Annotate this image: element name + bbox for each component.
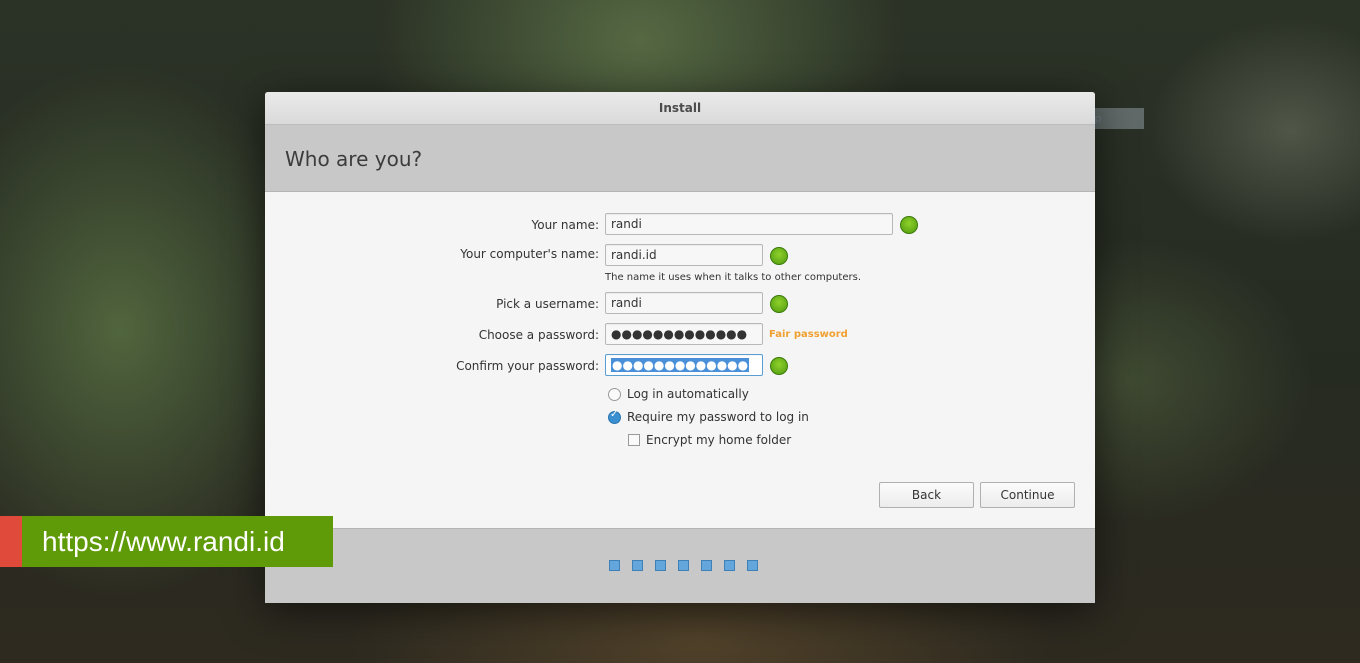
auto-login-radio[interactable] (608, 387, 621, 401)
continue-button[interactable]: Continue (980, 482, 1075, 508)
page-header: Who are you? (265, 125, 1095, 192)
encrypt-home-checkbox[interactable] (628, 434, 640, 446)
auto-login-label: Log in automatically (627, 387, 749, 401)
password-label: Choose a password: (478, 328, 599, 342)
encrypt-home-option[interactable]: Encrypt my home folder (628, 433, 791, 447)
progress-step (678, 560, 689, 571)
back-button[interactable]: Back (879, 482, 974, 508)
progress-step (655, 560, 666, 571)
username-input[interactable]: randi (605, 292, 763, 314)
confirm-password-input[interactable]: ●●●●●●●●●●●●● (605, 354, 763, 376)
require-password-label: Require my password to log in (627, 410, 809, 424)
progress-step (747, 560, 758, 571)
progress-step (609, 560, 620, 571)
banner-accent (0, 516, 22, 567)
password-input[interactable]: ●●●●●●●●●●●●● (605, 323, 763, 345)
password-mask: ●●●●●●●●●●●●● (611, 327, 748, 341)
confirm-password-label: Confirm your password: (456, 359, 599, 373)
progress-steps (609, 560, 770, 571)
computer-name-label: Your computer's name: (460, 247, 599, 261)
your-name-valid-icon (900, 216, 918, 234)
window-title: Install (658, 101, 702, 115)
computer-name-valid-icon (770, 247, 788, 265)
encrypt-home-label: Encrypt my home folder (646, 433, 792, 447)
your-name-label: Your name: (531, 218, 599, 232)
computer-name-hint: The name it uses when it talks to other … (605, 272, 862, 283)
progress-step (724, 560, 735, 571)
username-valid-icon (770, 295, 788, 313)
page-title: Who are you? (285, 147, 423, 171)
banner-url: https://www.randi.id (22, 516, 333, 567)
password-strength: Fair password (769, 329, 848, 340)
your-name-input[interactable]: randi (605, 213, 893, 235)
progress-step (632, 560, 643, 571)
confirm-password-valid-icon (770, 357, 788, 375)
progress-step (701, 560, 712, 571)
confirm-password-mask: ●●●●●●●●●●●●● (611, 358, 750, 372)
auto-login-option[interactable]: Log in automatically (608, 387, 749, 401)
require-password-radio[interactable] (608, 409, 621, 424)
progress-footer (265, 528, 1095, 603)
installer-window: Install Who are you? Your name: randi Yo… (265, 92, 1095, 603)
window-titlebar[interactable]: Install (265, 92, 1095, 125)
username-label: Pick a username: (496, 297, 599, 311)
watermark-banner: https://www.randi.id (0, 516, 333, 567)
computer-name-input[interactable]: randi.id (605, 244, 763, 266)
user-form: Your name: randi Your computer's name: r… (265, 192, 1095, 525)
require-password-option[interactable]: Require my password to log in (608, 409, 809, 424)
